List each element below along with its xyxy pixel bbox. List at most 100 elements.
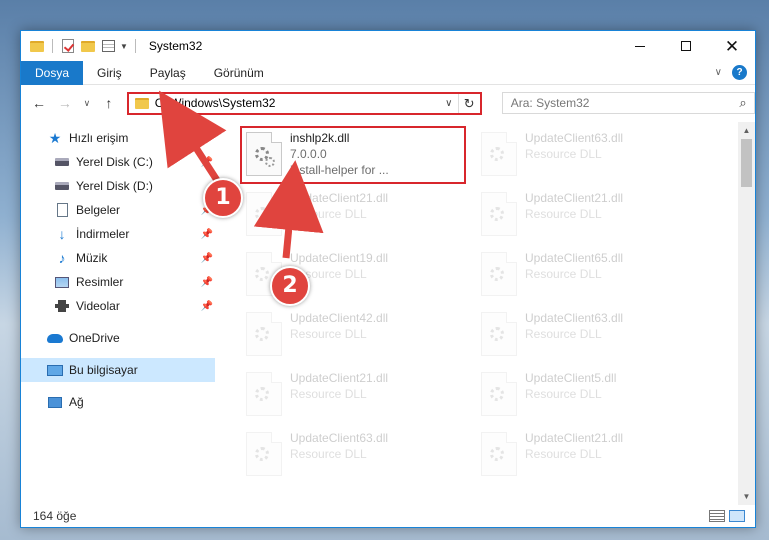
file-type: Resource DLL (525, 447, 602, 461)
file-type: Resource DLL (290, 327, 367, 341)
file-name: UpdateClient21.dll (525, 431, 624, 445)
view-switcher (709, 510, 755, 522)
divider (52, 39, 53, 53)
file-type: Resource DLL (290, 447, 367, 461)
dll-file-icon (481, 192, 517, 236)
sidebar-item-pictures[interactable]: Resimler 📌 (21, 270, 215, 294)
sidebar-item-disk-d[interactable]: Yerel Disk (D:) (21, 174, 215, 198)
file-item[interactable]: UpdateClient63.dll Resource DLL (242, 428, 468, 482)
sidebar-item-label: Ağ (69, 395, 84, 409)
dll-file-icon (481, 372, 517, 416)
file-item[interactable]: UpdateClient5.dll Resource DLL (477, 368, 703, 422)
sidebar-item-this-pc[interactable]: Bu bilgisayar (21, 358, 215, 382)
file-description: install-helper for ... (290, 163, 389, 177)
file-item-inshlp2k[interactable]: inshlp2k.dll 7.0.0.0 install-helper for … (242, 128, 468, 182)
sidebar-item-videos[interactable]: Videolar 📌 (21, 294, 215, 318)
customize-toolbar-dropdown-icon[interactable]: ▼ (120, 42, 128, 51)
file-name: UpdateClient63.dll (525, 131, 624, 145)
sidebar-item-label: Resimler (76, 275, 124, 289)
file-name: UpdateClient21.dll (290, 371, 389, 385)
forward-arrow-icon[interactable]: → (55, 95, 75, 111)
properties-icon[interactable] (100, 38, 116, 54)
sidebar-item-label: İndirmeler (76, 227, 130, 241)
dll-file-icon (481, 432, 517, 476)
file-type: Resource DLL (525, 327, 602, 341)
help-icon[interactable]: ? (732, 65, 747, 80)
scroll-down-icon[interactable]: ▼ (738, 488, 755, 505)
title-bar: ▼ System32 ✕ (21, 31, 755, 61)
sidebar-item-music[interactable]: ♪ Müzik 📌 (21, 246, 215, 270)
recent-locations-dropdown-icon[interactable]: ∨ (81, 98, 93, 109)
search-icon[interactable]: ⌕ (732, 95, 754, 111)
navigation-bar: ← → ∨ ↑ C:\Windows\System32 ∨ ↻ Ara: Sys… (21, 85, 755, 121)
file-name: UpdateClient21.dll (525, 191, 624, 205)
up-arrow-icon[interactable]: ↑ (99, 95, 119, 111)
window-title: System32 (148, 39, 203, 53)
file-name: UpdateClient63.dll (290, 431, 389, 445)
window-controls: ✕ (617, 31, 755, 61)
sidebar-item-label: Bu bilgisayar (69, 363, 138, 377)
drive-icon (54, 154, 70, 170)
search-input[interactable]: Ara: System32 (511, 96, 732, 110)
close-button[interactable]: ✕ (709, 31, 755, 61)
file-version: 7.0.0.0 (290, 147, 327, 161)
maximize-button[interactable] (663, 31, 709, 61)
file-item[interactable]: UpdateClient63.dll Resource DLL (477, 128, 703, 182)
file-type: Resource DLL (290, 387, 367, 401)
address-dropdown-icon[interactable]: ∨ (440, 98, 458, 109)
address-path[interactable]: C:\Windows\System32 (155, 96, 440, 110)
drive-icon (54, 178, 70, 194)
file-name: UpdateClient5.dll (525, 371, 617, 385)
sidebar-item-label: Videolar (76, 299, 120, 313)
file-item[interactable]: UpdateClient65.dll Resource DLL (477, 248, 703, 302)
star-icon: ★ (48, 129, 62, 146)
sidebar-item-documents[interactable]: Belgeler 📌 (21, 198, 215, 222)
pin-icon: 📌 (200, 300, 213, 312)
sidebar-item-onedrive[interactable]: OneDrive (21, 326, 215, 350)
minimize-button[interactable] (617, 31, 663, 61)
address-bar[interactable]: C:\Windows\System32 ∨ ↻ (126, 91, 482, 115)
sidebar-item-downloads[interactable]: ↓ İndirmeler 📌 (21, 222, 215, 246)
scroll-up-icon[interactable]: ▲ (738, 122, 755, 139)
tab-home[interactable]: Giriş (83, 61, 136, 85)
back-arrow-icon[interactable]: ← (29, 95, 49, 111)
search-box[interactable]: Ara: System32 ⌕ (501, 92, 755, 114)
file-item[interactable]: UpdateClient42.dll Resource DLL (242, 308, 468, 362)
tab-share[interactable]: Paylaş (136, 61, 200, 85)
navigation-pane: ★ Hızlı erişim Yerel Disk (C:) 📌 Yerel D… (21, 122, 215, 505)
refresh-icon[interactable]: ↻ (457, 93, 480, 113)
sidebar-item-network[interactable]: Ağ (21, 390, 215, 414)
vertical-scrollbar[interactable]: ▲ ▼ (738, 122, 755, 505)
step-2-badge: 2 (270, 266, 310, 306)
dll-file-icon (481, 312, 517, 356)
file-item[interactable]: UpdateClient21.dll Resource DLL (242, 368, 468, 422)
details-view-icon[interactable] (709, 510, 725, 522)
dll-file-icon (246, 432, 282, 476)
status-bar: 164 öğe (21, 505, 755, 527)
tiles-view-icon[interactable] (729, 510, 745, 522)
sidebar-item-label: Müzik (76, 251, 108, 265)
expand-ribbon-icon[interactable]: ∨ (715, 67, 722, 78)
file-list: inshlp2k.dll 7.0.0.0 install-helper for … (215, 122, 755, 505)
file-type: Resource DLL (525, 387, 602, 401)
download-icon: ↓ (58, 226, 66, 242)
folder-icon (29, 38, 45, 54)
folder-icon (134, 97, 149, 109)
file-item[interactable]: UpdateClient63.dll Resource DLL (477, 308, 703, 362)
music-icon: ♪ (58, 250, 66, 266)
scroll-thumb[interactable] (741, 139, 752, 187)
new-folder-icon[interactable] (80, 38, 96, 54)
file-item[interactable]: UpdateClient21.dll Resource DLL (242, 188, 468, 242)
tab-view[interactable]: Görünüm (200, 61, 278, 85)
file-item[interactable]: UpdateClient21.dll Resource DLL (477, 188, 703, 242)
pictures-icon (54, 274, 70, 290)
sidebar-item-label: Hızlı erişim (69, 131, 129, 145)
close-icon: ✕ (724, 36, 740, 56)
tab-file[interactable]: Dosya (21, 60, 84, 85)
sidebar-item-disk-c[interactable]: Yerel Disk (C:) 📌 (21, 150, 215, 174)
sidebar-item-quick-access[interactable]: ★ Hızlı erişim (21, 126, 215, 150)
maximize-icon (681, 41, 691, 51)
file-item[interactable]: UpdateClient21.dll Resource DLL (477, 428, 703, 482)
step-1-badge: 1 (203, 178, 243, 218)
properties-check-icon[interactable] (60, 38, 76, 54)
